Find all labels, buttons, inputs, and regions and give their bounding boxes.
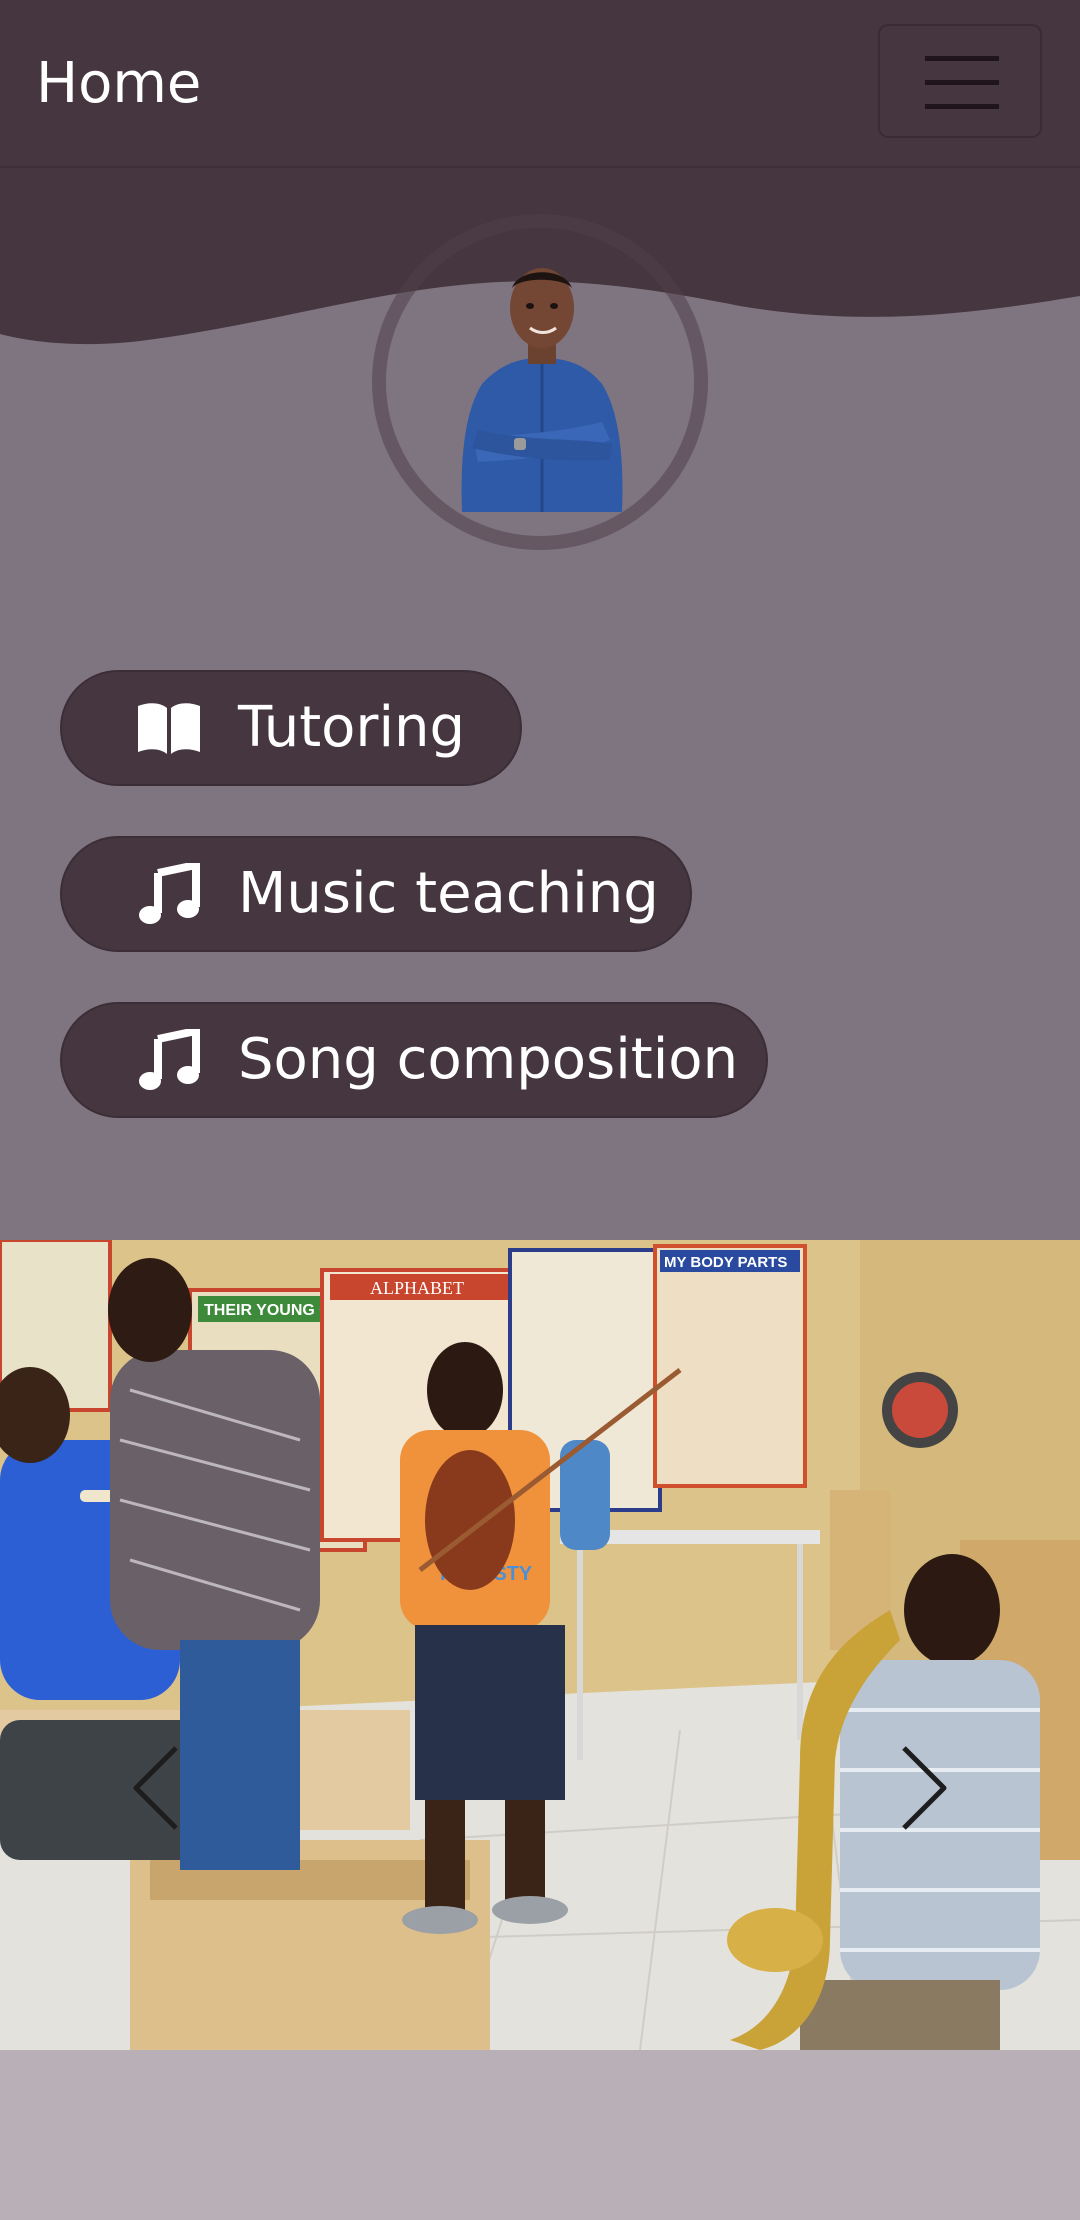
photo-carousel[interactable]: THEIR YOUNG ONES ALPHABET MY BODY PARTS: [0, 1240, 1080, 2050]
tutoring-button[interactable]: Tutoring: [60, 670, 522, 786]
music-note-icon: [134, 863, 204, 925]
svg-text:ALPHABET: ALPHABET: [370, 1278, 464, 1298]
tutoring-label: Tutoring: [238, 695, 466, 760]
open-book-icon: [134, 697, 204, 759]
chevron-right-icon[interactable]: [892, 1730, 982, 1840]
top-navbar: Home: [0, 0, 1080, 168]
music-teaching-button[interactable]: Music teaching: [60, 836, 692, 952]
music-note-icon: [134, 1029, 204, 1091]
chevron-left-icon[interactable]: [128, 1730, 218, 1840]
brand-home-link[interactable]: Home: [36, 48, 201, 120]
song-composition-label: Song composition: [238, 1027, 739, 1092]
carousel-slide-image: THEIR YOUNG ONES ALPHABET MY BODY PARTS: [0, 1240, 1080, 2050]
profile-avatar: [461, 268, 623, 512]
music-teaching-label: Music teaching: [238, 861, 659, 926]
song-composition-button[interactable]: Song composition: [60, 1002, 768, 1118]
hamburger-icon: [925, 56, 999, 109]
menu-toggle-button[interactable]: [878, 24, 1042, 138]
page-footer-area: [0, 2050, 1080, 2220]
svg-text:MY BODY PARTS: MY BODY PARTS: [664, 1254, 787, 1271]
